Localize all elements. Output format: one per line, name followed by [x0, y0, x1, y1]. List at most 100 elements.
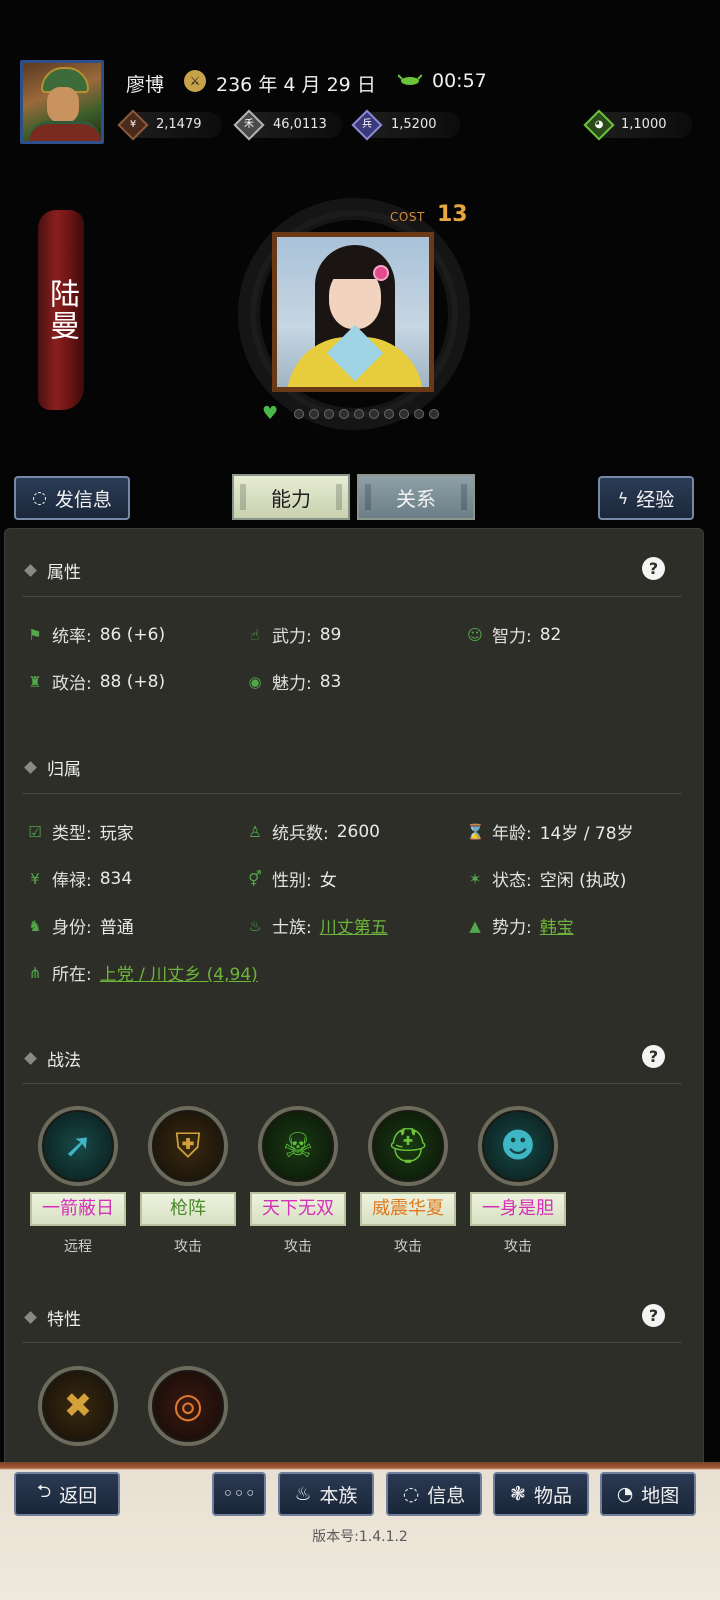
- info-troops-value: 2600: [336, 821, 380, 842]
- info-age: ⌛ 年龄: 14岁 / 78岁: [466, 819, 634, 845]
- stat-strength-value: 89: [319, 624, 342, 645]
- character-portrait[interactable]: [272, 232, 434, 392]
- stat-charisma-label: 魅力:: [272, 674, 312, 694]
- info-status: ✶ 状态: 空闲 (执政): [466, 866, 627, 892]
- diamond-bullet-icon: [24, 1311, 37, 1324]
- tactic-label[interactable]: 天下无双: [250, 1192, 346, 1226]
- tactics-help-icon[interactable]: ?: [642, 1045, 665, 1068]
- info-location-label: 所在:: [52, 965, 92, 985]
- info-troops: ♙ 统兵数: 2600: [246, 819, 380, 845]
- attributes-help-icon[interactable]: ?: [642, 557, 665, 580]
- clan-button[interactable]: ♨ 本族: [278, 1472, 374, 1516]
- tactic-name: 一身是胆: [482, 1198, 554, 1219]
- stat-intellect-value: 82: [539, 624, 562, 645]
- bond-dot: [294, 409, 304, 419]
- experience-button[interactable]: ϟ 经验: [598, 476, 694, 520]
- more-button[interactable]: ◦◦◦: [212, 1472, 266, 1516]
- info-status-label: 状态:: [492, 871, 532, 891]
- items-nav-label: 物品: [533, 1484, 572, 1507]
- stat-strength-label: 武力:: [272, 627, 312, 647]
- info-salary: ¥ 俸禄: 834: [26, 866, 133, 892]
- info-clan-label: 士族:: [272, 918, 312, 938]
- avatar-face: [47, 87, 79, 123]
- calendar-check-icon: ☑: [28, 822, 42, 841]
- map-button[interactable]: ◔ 地图: [600, 1472, 696, 1516]
- clan-link[interactable]: 川丈第五: [320, 913, 388, 938]
- day-unit: 日: [356, 74, 376, 96]
- clan-nav-icon: ♨: [294, 1483, 312, 1505]
- tab-ability[interactable]: 能力: [232, 474, 350, 520]
- trait-eye-icon[interactable]: ◎: [148, 1366, 228, 1446]
- info-identity: ♞ 身份: 普通: [26, 913, 134, 939]
- tactic-label[interactable]: 一箭蔽日: [30, 1192, 126, 1226]
- tactic-type: 攻击: [284, 1239, 312, 1255]
- back-button[interactable]: ⮌ 返回: [14, 1472, 120, 1516]
- tactic-mask-icon[interactable]: ☻: [478, 1106, 558, 1186]
- tactic-label[interactable]: 威震华夏: [360, 1192, 456, 1226]
- items-nav-icon: ❃: [510, 1483, 526, 1505]
- map-nav-icon: ◔: [616, 1483, 634, 1505]
- tab-relation[interactable]: 关系: [357, 474, 475, 520]
- tactic-arrow-icon[interactable]: ➚: [38, 1106, 118, 1186]
- tactic-spear-icon[interactable]: ⛨: [148, 1106, 228, 1186]
- status-icon: ✶: [468, 869, 482, 888]
- identity-icon: ♞: [28, 916, 42, 935]
- info-status-value: 空闲 (执政): [539, 871, 627, 891]
- items-button[interactable]: ❃ 物品: [493, 1472, 589, 1516]
- stat-command: ⚑ 统率: 86 (+6): [26, 622, 166, 648]
- diamond-bullet-icon: [24, 564, 37, 577]
- section-attributes-title: 属性: [24, 558, 81, 583]
- info-faction-label: 势力:: [492, 918, 532, 938]
- tactic-demon-icon[interactable]: ☠: [258, 1106, 338, 1186]
- info-age-label: 年龄:: [492, 824, 532, 844]
- info-faction: ▲ 势力: 韩宝: [466, 913, 574, 939]
- bond-dot: [324, 409, 334, 419]
- stat-command-label: 统率:: [52, 627, 92, 647]
- info-type-label: 类型:: [52, 824, 92, 844]
- divider: [22, 793, 682, 794]
- tactic-name: 一箭蔽日: [42, 1198, 114, 1219]
- stat-charisma: ◉ 魅力: 83: [246, 669, 341, 695]
- game-date: 236 年 4 月 29 日: [216, 70, 376, 97]
- map-nav-label: 地图: [641, 1484, 680, 1507]
- info-age-value: 14岁 / 78岁: [539, 824, 634, 844]
- mountain-icon: ▲: [469, 916, 481, 935]
- cost-value: 13: [437, 202, 468, 227]
- traits-help-icon[interactable]: ?: [642, 1304, 665, 1327]
- game-time: 00:57: [432, 70, 487, 92]
- info-type: ☑ 类型: 玩家: [26, 819, 133, 845]
- info-salary-value: 834: [99, 868, 133, 889]
- bond-dot: [414, 409, 424, 419]
- calendar-icon: ⚔: [184, 70, 206, 92]
- send-message-button[interactable]: ◌ 发信息: [14, 476, 130, 520]
- tactic-type: 攻击: [394, 1239, 422, 1255]
- tactic-label[interactable]: 枪阵: [140, 1192, 236, 1226]
- back-arrow-icon: ⮌: [36, 1481, 52, 1502]
- info-identity-value: 普通: [99, 918, 134, 938]
- info-button[interactable]: ◌ 信息: [386, 1472, 482, 1516]
- info-nav-label: 信息: [427, 1484, 466, 1507]
- tab-relation-label: 关系: [396, 486, 436, 511]
- trait-shield-icon[interactable]: ✖: [38, 1366, 118, 1446]
- faction-link[interactable]: 韩宝: [540, 913, 574, 938]
- chat-icon: ◌: [32, 488, 47, 508]
- info-clan: ♨ 士族: 川丈第五: [246, 913, 388, 939]
- location-link[interactable]: 上党 / 川丈乡 (4,94): [100, 960, 258, 985]
- section-traits-label: 特性: [47, 1310, 81, 1330]
- resource-grain-value: 46,0113: [273, 117, 327, 132]
- section-affiliation-label: 归属: [47, 760, 81, 780]
- flag-icon: ⚑: [28, 625, 42, 644]
- stat-command-value: 86 (+6): [99, 624, 166, 645]
- experience-label: 经验: [636, 488, 675, 511]
- info-salary-label: 俸禄:: [52, 871, 92, 891]
- eye-icon: ◉: [248, 672, 262, 691]
- tactic-helmet-icon[interactable]: ⛑: [368, 1106, 448, 1186]
- strength-icon: ☝: [250, 625, 260, 644]
- player-avatar[interactable]: [20, 60, 104, 144]
- divider: [22, 1342, 682, 1343]
- month-unit: 月: [301, 74, 321, 96]
- info-gender-label: 性别:: [272, 871, 312, 891]
- day-value: 29: [326, 74, 351, 96]
- tactic-label[interactable]: 一身是胆: [470, 1192, 566, 1226]
- tactic-type: 攻击: [174, 1239, 202, 1255]
